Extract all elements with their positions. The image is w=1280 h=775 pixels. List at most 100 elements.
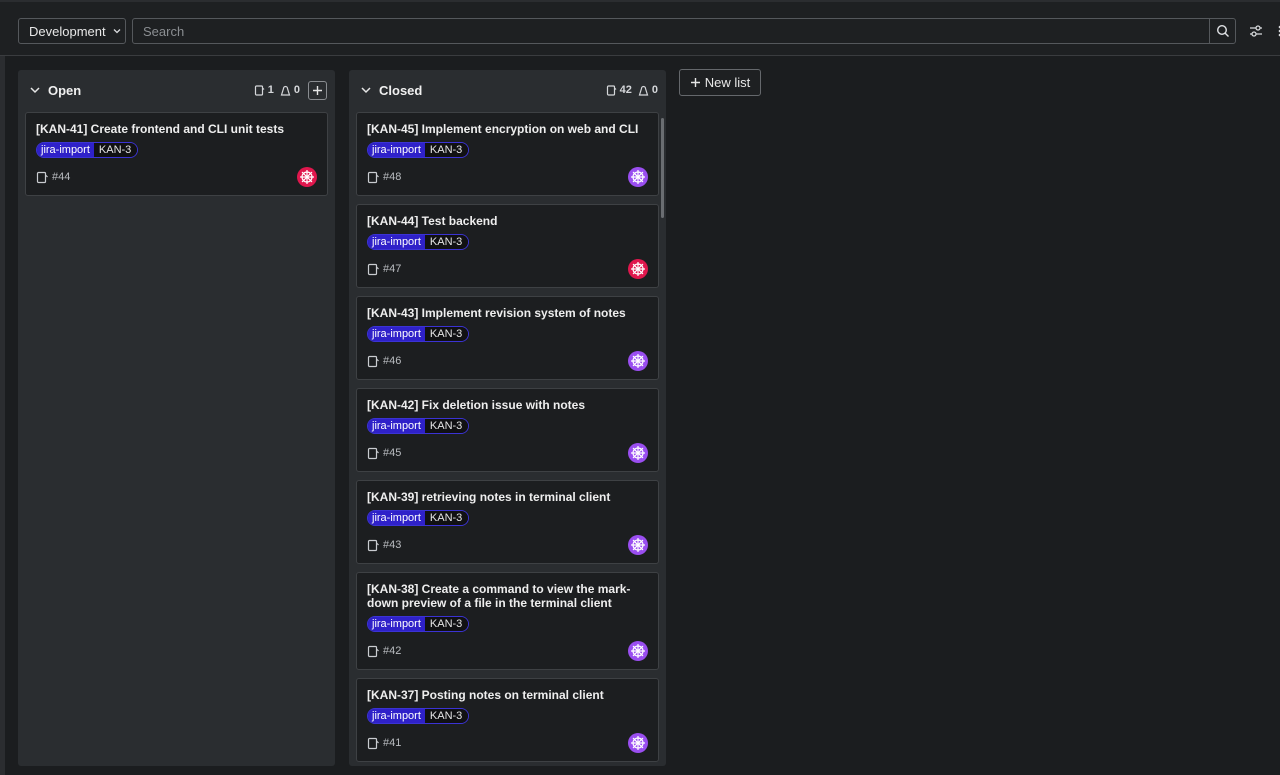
label-value: KAN-3: [424, 709, 469, 723]
issue-icon: [367, 737, 379, 749]
label-scope: jira-import: [368, 143, 425, 157]
issue-footer: #46: [367, 351, 648, 371]
list-title: Closed: [379, 82, 423, 98]
issue-footer: #47: [367, 259, 648, 279]
issue-number: #43: [383, 539, 402, 551]
issue-labels: jira-import KAN-3: [367, 616, 648, 632]
issue-icon: [367, 447, 379, 459]
label-value: KAN-3: [424, 617, 469, 631]
list-meta: 1 0: [254, 80, 327, 100]
issue-labels: jira-import KAN-3: [367, 234, 648, 250]
assignee-avatar[interactable]: [628, 167, 648, 187]
label-scope: jira-import: [368, 709, 425, 723]
list-header: Closed 42 0: [349, 70, 666, 110]
board-list-closed: Closed 42 0 [KAN-45] Implement encryptio…: [349, 70, 666, 766]
assignee-avatar[interactable]: [628, 351, 648, 371]
sidebar-edge: [0, 56, 5, 775]
issue-title: [KAN-42] Fix deletion issue with notes: [367, 398, 586, 412]
list-title: Open: [48, 82, 82, 98]
scoped-label[interactable]: jira-import KAN-3: [367, 326, 470, 342]
issue-card[interactable]: [KAN-44] Test backend jira-import KAN-3 #47: [356, 204, 659, 288]
board-selector-label: Development: [29, 23, 106, 39]
weight-icon: [280, 85, 291, 96]
add-issue-button[interactable]: [308, 80, 327, 100]
label-value: KAN-3: [424, 419, 469, 433]
assignee-avatar[interactable]: [628, 259, 648, 279]
label-scope: jira-import: [368, 617, 425, 631]
assignee-avatar[interactable]: [297, 167, 317, 187]
weight-value: 0: [651, 84, 658, 96]
issue-count: 1: [254, 84, 274, 96]
issue-icon: [36, 171, 48, 183]
issue-card[interactable]: [KAN-42] Fix deletion issue with notes ji…: [356, 388, 659, 472]
issue-footer: #43: [367, 535, 648, 555]
weight-count: 0: [280, 84, 300, 96]
scoped-label[interactable]: jira-import KAN-3: [367, 234, 470, 250]
issues-icon: [254, 84, 265, 96]
card-list: [KAN-45] Implement encryption on web and…: [349, 110, 666, 762]
scoped-label[interactable]: jira-import KAN-3: [36, 142, 139, 158]
plus-icon: [313, 85, 322, 95]
label-value: KAN-3: [93, 143, 138, 157]
more-options-button[interactable]: [1274, 22, 1280, 40]
collapse-list-button[interactable]: [28, 83, 42, 97]
issue-card[interactable]: [KAN-45] Implement encryption on web and…: [356, 112, 659, 196]
issue-labels: jira-import KAN-3: [367, 142, 648, 158]
issue-number: #45: [383, 447, 402, 459]
issue-title: [KAN-45] Implement encryption on web and…: [367, 122, 639, 136]
label-value: KAN-3: [424, 235, 469, 249]
list-scrollbar[interactable]: [661, 118, 664, 218]
scoped-label[interactable]: jira-import KAN-3: [367, 510, 470, 526]
board-list-open: Open 1 0 [KAN-41] Create frontend and CL…: [18, 70, 335, 766]
issue-card[interactable]: [KAN-37] Posting notes on terminal clien…: [356, 678, 659, 762]
label-scope: jira-import: [368, 327, 425, 341]
issue-footer: #44: [36, 167, 317, 187]
issue-count-value: 1: [267, 84, 274, 96]
card-list: [KAN-41] Create frontend and CLI unit te…: [18, 110, 335, 196]
issue-number: #47: [383, 263, 402, 275]
assignee-avatar[interactable]: [628, 733, 648, 753]
issue-icon: [367, 355, 379, 367]
scoped-label[interactable]: jira-import KAN-3: [367, 142, 470, 158]
label-scope: jira-import: [368, 235, 425, 249]
view-options-button[interactable]: [1247, 22, 1265, 40]
issue-labels: jira-import KAN-3: [367, 326, 648, 342]
assignee-avatar[interactable]: [628, 535, 648, 555]
plus-icon: [690, 78, 700, 87]
assignee-avatar[interactable]: [628, 641, 648, 661]
more-icon: [1278, 25, 1280, 37]
scoped-label[interactable]: jira-import KAN-3: [367, 708, 470, 724]
issue-icon: [367, 263, 379, 275]
search-button[interactable]: [1209, 19, 1235, 43]
assignee-avatar[interactable]: [628, 443, 648, 463]
new-list-label: New list: [704, 75, 751, 90]
issue-footer: #48: [367, 167, 648, 187]
issues-icon: [606, 84, 617, 96]
sliders-icon: [1250, 25, 1262, 37]
weight-value: 0: [293, 84, 300, 96]
issue-labels: jira-import KAN-3: [367, 708, 648, 724]
issue-card[interactable]: [KAN-38] Create a command to view the ma…: [356, 572, 659, 670]
scoped-label[interactable]: jira-import KAN-3: [367, 616, 470, 632]
issue-title: [KAN-44] Test backend: [367, 214, 498, 228]
issue-icon: [367, 539, 379, 551]
issue-card[interactable]: [KAN-39] retrieving notes in terminal cl…: [356, 480, 659, 564]
issue-title: [KAN-41] Create frontend and CLI unit te…: [36, 122, 285, 136]
issue-number: #46: [383, 355, 402, 367]
issue-title: [KAN-38] Create a command to view the ma…: [367, 582, 631, 610]
label-value: KAN-3: [424, 143, 469, 157]
search-input[interactable]: [133, 19, 1209, 43]
top-toolbar: Development: [0, 0, 1280, 56]
board-selector-dropdown[interactable]: Development: [18, 18, 126, 44]
issue-card[interactable]: [KAN-41] Create frontend and CLI unit te…: [25, 112, 328, 196]
collapse-list-button[interactable]: [359, 83, 373, 97]
search-bar: [132, 18, 1236, 44]
issue-footer: #45: [367, 443, 648, 463]
issue-title: [KAN-39] retrieving notes in terminal cl…: [367, 490, 611, 504]
issue-card[interactable]: [KAN-43] Implement revision system of no…: [356, 296, 659, 380]
issue-footer: #42: [367, 641, 648, 661]
scoped-label[interactable]: jira-import KAN-3: [367, 418, 470, 434]
weight-count: 0: [638, 84, 658, 96]
issue-icon: [367, 171, 379, 183]
new-list-button[interactable]: New list: [679, 69, 761, 96]
